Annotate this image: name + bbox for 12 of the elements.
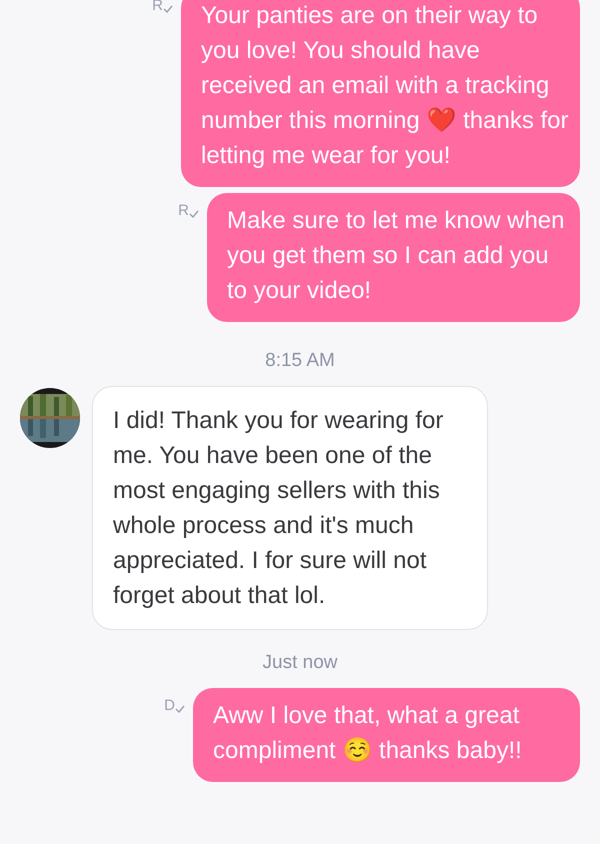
timestamp: 8:15 AM [265,350,335,372]
message-bubble: Aww I love that, what a great compliment ☺ thanks baby!! [193,688,580,782]
check-icon [175,705,185,713]
message-bubble: Your panties are on their way to you love! You should have received an email with a tracking number this morning ❤ thanks for letting me wear for you! [181,0,580,187]
check-icon [189,210,199,218]
message-bubble: Make sure to let me know when you get them so I can add you to your video! [207,193,580,322]
check-icon [163,5,173,13]
message-bubble: I did! Thank you for wearing for me. You have been one of the most engaging sellers with this whole process and it's much appreciated. I for sure will not forget about that lol. [92,386,488,630]
receipt-letter: R [178,203,189,218]
receipt-letter: D [164,698,175,713]
timestamp: Just now [262,652,338,674]
receipt-letter: R [152,0,163,13]
